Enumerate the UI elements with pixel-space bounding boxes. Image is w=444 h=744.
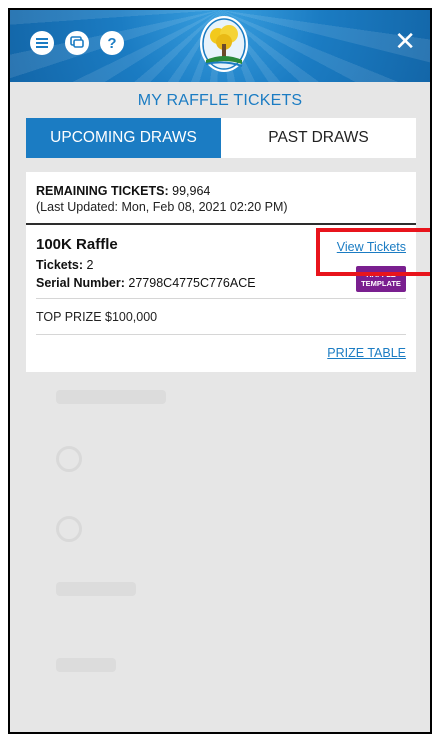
prize-table-link[interactable]: PRIZE TABLE (327, 346, 406, 360)
separator (36, 334, 406, 335)
tickets-count: Tickets: 2 (36, 258, 93, 272)
header-bar: ? ✕ (10, 10, 430, 82)
menu-icon[interactable] (30, 31, 54, 55)
ghost-icon (56, 446, 82, 472)
serial-number: Serial Number: 27798C4775C776ACE (36, 276, 256, 290)
ghost-item (56, 658, 116, 672)
badge-line2: TEMPLATE (361, 279, 401, 288)
tab-upcoming-draws[interactable]: UPCOMING DRAWS (26, 118, 221, 158)
divider (26, 223, 416, 225)
last-updated: (Last Updated: Mon, Feb 08, 2021 02:20 P… (36, 200, 288, 214)
serial-value: 27798C4775C776ACE (128, 276, 256, 290)
serial-label: Serial Number: (36, 276, 125, 290)
tickets-value: 2 (86, 258, 94, 272)
ghost-item (56, 390, 166, 404)
ghost-item (56, 582, 136, 596)
highlight-box (316, 228, 430, 276)
remaining-tickets: REMAINING TICKETS: 99,964 (36, 184, 210, 198)
tab-past-draws[interactable]: PAST DRAWS (221, 118, 416, 158)
raffle-name: 100K Raffle (36, 236, 118, 253)
remaining-value: 99,964 (172, 184, 211, 198)
chat-icon[interactable] (65, 31, 89, 55)
ghost-icon (56, 516, 82, 542)
lottery-logo (200, 16, 248, 72)
separator (36, 298, 406, 299)
close-icon[interactable]: ✕ (394, 26, 416, 56)
app-frame: ? ✕ MY RAFFLE TICKETS UPCOMING DRAWS PAS… (8, 8, 432, 734)
tickets-label: Tickets: (36, 258, 84, 272)
remaining-label: REMAINING TICKETS: (36, 184, 169, 198)
help-icon[interactable]: ? (100, 31, 124, 55)
top-prize: TOP PRIZE $100,000 (36, 310, 158, 324)
draw-tabs: UPCOMING DRAWS PAST DRAWS (26, 118, 416, 158)
page-title: MY RAFFLE TICKETS (137, 92, 303, 109)
